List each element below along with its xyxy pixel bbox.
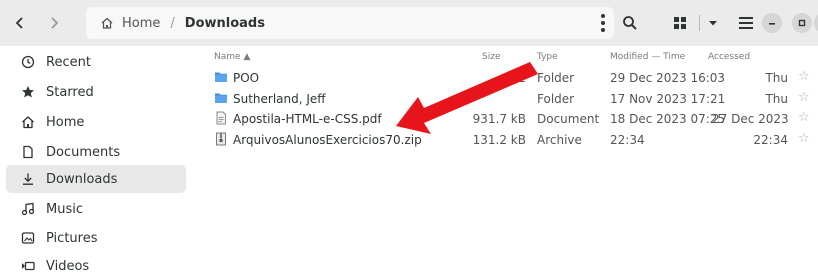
header-bar: Home / Downloads	[0, 0, 818, 46]
folder-icon	[214, 91, 228, 105]
sidebar-item-videos[interactable]: Videos	[6, 252, 186, 275]
minimize-button[interactable]	[762, 13, 782, 33]
column-header-modified[interactable]: Modified — Time	[610, 52, 685, 62]
sidebar-item-label: Pictures	[46, 230, 98, 246]
file-modified: 22:34	[610, 133, 645, 147]
sidebar-item-label: Recent	[46, 54, 91, 70]
breadcrumb-home-label: Home	[122, 15, 161, 31]
file-type: Document	[537, 112, 600, 126]
chevron-down-icon	[709, 21, 717, 26]
file-accessed: Thu	[765, 92, 788, 106]
sidebar-item-label: Music	[46, 201, 83, 217]
breadcrumb-home[interactable]: Home	[86, 16, 160, 31]
path-menu-button[interactable]	[600, 14, 606, 32]
file-name: Sutherland, Jeff	[233, 92, 326, 106]
maximize-button[interactable]	[792, 13, 812, 33]
search-icon	[623, 16, 637, 30]
file-name: Apostila-HTML-e-CSS.pdf	[233, 112, 382, 126]
close-button[interactable]	[814, 13, 818, 33]
file-size: 931.7 kB	[472, 112, 526, 126]
sidebar-item-starred[interactable]: Starred	[6, 78, 186, 106]
file-list: Name ▲ Size Type Modified — Time Accesse…	[200, 46, 818, 275]
download-icon	[20, 171, 36, 187]
home-icon	[20, 114, 36, 130]
sidebar-item-pictures[interactable]: Pictures	[6, 224, 186, 252]
star-icon	[20, 84, 36, 100]
back-button[interactable]	[4, 7, 36, 39]
hamburger-menu-icon	[739, 17, 753, 29]
file-name: ArquivosAlunosExercicios70.zip	[233, 133, 422, 147]
search-button[interactable]	[614, 7, 646, 39]
view-separator	[699, 15, 700, 31]
clock-icon	[20, 54, 36, 70]
file-size: 131.2 kB	[472, 133, 526, 147]
file-accessed: 22:34	[753, 133, 788, 147]
minimize-icon	[769, 23, 775, 25]
archive-icon	[214, 132, 228, 146]
table-row[interactable]: POO 2 Folder 29 Dec 2023 16:03 Thu ☆	[200, 68, 818, 88]
file-modified: 18 Dec 2023 07:25	[610, 112, 726, 126]
star-toggle-icon[interactable]: ☆	[798, 131, 810, 146]
view-options-button[interactable]	[702, 7, 724, 39]
path-bar: Home / Downloads	[86, 7, 614, 39]
file-type: Folder	[537, 71, 575, 85]
file-modified: 29 Dec 2023 16:03	[610, 71, 726, 85]
video-icon	[20, 258, 36, 274]
file-size: 2	[518, 71, 526, 85]
sidebar-item-label: Starred	[46, 84, 94, 100]
star-toggle-icon[interactable]: ☆	[798, 110, 810, 125]
column-header-type[interactable]: Type	[537, 52, 558, 62]
grid-view-button[interactable]	[664, 7, 696, 39]
column-header-name[interactable]: Name ▲	[214, 52, 250, 62]
sidebar-item-documents[interactable]: Documents	[6, 138, 186, 166]
go-back-icon	[15, 17, 23, 29]
grid-view-icon	[674, 17, 686, 29]
table-row[interactable]: Apostila-HTML-e-CSS.pdf 931.7 kB Documen…	[200, 109, 818, 129]
sidebar-item-home[interactable]: Home	[6, 108, 186, 136]
column-header-accessed[interactable]: Accessed	[708, 52, 750, 62]
sidebar-item-downloads[interactable]: Downloads	[6, 165, 186, 193]
file-type: Folder	[537, 92, 575, 106]
table-row[interactable]: Sutherland, Jeff Folder 17 Nov 2023 17:2…	[200, 89, 818, 109]
sidebar-item-label: Documents	[46, 144, 121, 160]
column-header-size[interactable]: Size	[482, 52, 500, 62]
home-icon	[101, 17, 113, 29]
picture-icon	[20, 230, 36, 246]
file-accessed: Thu	[765, 71, 788, 85]
file-accessed: 27 Dec 2023	[712, 112, 789, 126]
star-toggle-icon[interactable]: ☆	[798, 69, 810, 84]
sidebar-item-recent[interactable]: Recent	[6, 48, 186, 76]
file-type: Archive	[537, 133, 582, 147]
sidebar-item-label: Downloads	[46, 171, 118, 187]
file-name: POO	[233, 71, 260, 85]
sidebar-item-label: Home	[46, 114, 85, 130]
breadcrumb-current[interactable]: Downloads	[185, 16, 265, 31]
main-menu-button[interactable]	[732, 7, 760, 39]
file-modified: 17 Nov 2023 17:21	[610, 92, 726, 106]
sidebar-item-label: Videos	[46, 258, 90, 274]
document-icon	[20, 144, 36, 160]
sort-ascending-icon: ▲	[243, 52, 251, 62]
folder-icon	[214, 70, 228, 84]
music-icon	[20, 201, 36, 217]
table-row[interactable]: ArquivosAlunosExercicios70.zip 131.2 kB …	[200, 130, 818, 150]
sidebar-item-music[interactable]: Music	[6, 195, 186, 223]
breadcrumb-separator: /	[170, 15, 175, 31]
star-toggle-icon[interactable]: ☆	[798, 90, 810, 105]
sidebar: Recent Starred Home Documents Downloads …	[0, 46, 200, 275]
maximize-icon	[798, 19, 806, 27]
pdf-document-icon	[214, 111, 228, 125]
go-forward-icon	[51, 17, 59, 29]
forward-button[interactable]	[38, 7, 70, 39]
